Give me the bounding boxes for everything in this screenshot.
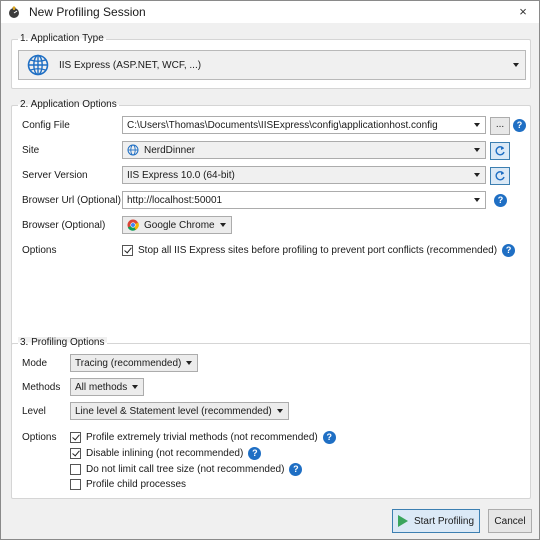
site-value: NerdDinner <box>144 144 196 156</box>
child-processes-label: Profile child processes <box>86 479 187 490</box>
methods-value: All methods <box>75 381 128 393</box>
dialog-content: 1. Application Type IIS Express (ASP.NET… <box>1 23 539 539</box>
window-title: New Profiling Session <box>29 5 146 19</box>
globe-icon <box>127 144 139 156</box>
app-options-row: Options Stop all IIS Express sites befor… <box>12 241 530 261</box>
level-label: Level <box>22 406 46 417</box>
call-tree-size-label: Do not limit call tree size (not recomme… <box>86 464 285 475</box>
profiling-options-legend: 3. Profiling Options <box>18 337 107 348</box>
chevron-down-icon <box>186 361 193 365</box>
level-value: Line level & Statement level (recommende… <box>75 405 272 417</box>
browse-config-button[interactable]: ... <box>490 117 510 135</box>
browser-url-row: Browser Url (Optional) http://localhost:… <box>12 191 530 211</box>
methods-dropdown[interactable]: All methods <box>70 378 145 396</box>
title-bar: New Profiling Session × <box>1 1 539 23</box>
help-icon[interactable]: ? <box>513 119 526 132</box>
trivial-methods-label: Profile extremely trivial methods (not r… <box>86 432 318 443</box>
site-row: Site NerdDinner <box>12 141 530 161</box>
application-type-group: 1. Application Type IIS Express (ASP.NET… <box>11 33 531 89</box>
chevron-down-icon <box>132 385 139 389</box>
refresh-versions-button[interactable] <box>490 167 510 185</box>
level-dropdown[interactable]: Line level & Statement level (recommende… <box>70 402 289 420</box>
disable-inlining-label: Disable inlining (not recommended) <box>86 448 244 459</box>
option-disable-inlining[interactable]: Disable inlining (not recommended) ? <box>70 447 262 460</box>
stop-sites-option[interactable]: Stop all IIS Express sites before profil… <box>122 244 516 257</box>
start-profiling-button[interactable]: Start Profiling <box>392 509 480 533</box>
globe-icon <box>27 54 49 76</box>
chevron-down-icon <box>474 173 480 177</box>
profiler-app-icon <box>9 6 19 18</box>
stop-sites-label: Stop all IIS Express sites before profil… <box>138 245 498 256</box>
application-type-select[interactable]: IIS Express (ASP.NET, WCF, ...) <box>18 50 526 80</box>
methods-row: Methods All methods <box>12 378 530 398</box>
refresh-icon <box>495 171 505 181</box>
mode-dropdown[interactable]: Tracing (recommended) <box>70 354 199 372</box>
server-version-combo[interactable]: IIS Express 10.0 (64-bit) <box>122 166 486 184</box>
methods-label: Methods <box>22 382 61 393</box>
cancel-button[interactable]: Cancel <box>488 509 532 533</box>
browser-dropdown[interactable]: Google Chrome <box>122 216 232 234</box>
site-label: Site <box>22 145 40 156</box>
call-tree-size-checkbox[interactable] <box>70 464 81 475</box>
application-type-value: IIS Express (ASP.NET, WCF, ...) <box>59 59 202 71</box>
option-trivial-methods[interactable]: Profile extremely trivial methods (not r… <box>70 431 336 444</box>
disable-inlining-checkbox[interactable] <box>70 448 81 459</box>
browser-value: Google Chrome <box>144 219 215 231</box>
profiling-options-label: Options <box>22 432 57 443</box>
browser-label: Browser (Optional) <box>22 220 106 231</box>
mode-row: Mode Tracing (recommended) <box>12 354 530 374</box>
trivial-methods-checkbox[interactable] <box>70 432 81 443</box>
chevron-down-icon <box>474 123 480 127</box>
browser-url-combo[interactable]: http://localhost:50001 <box>122 191 486 209</box>
help-icon[interactable]: ? <box>502 244 516 257</box>
help-icon[interactable]: ? <box>248 447 262 460</box>
browser-url-value: http://localhost:50001 <box>127 194 223 206</box>
chrome-icon <box>127 219 139 231</box>
browser-row: Browser (Optional) Google Chrome <box>12 216 530 236</box>
mode-label: Mode <box>22 358 48 369</box>
start-profiling-label: Start Profiling <box>413 515 475 527</box>
profiling-options-group: 3. Profiling Options Mode Tracing (recom… <box>11 337 531 499</box>
application-type-legend: 1. Application Type <box>18 33 106 44</box>
app-options-label: Options <box>22 245 57 256</box>
chevron-down-icon <box>474 148 480 152</box>
close-button[interactable]: × <box>515 4 531 20</box>
stop-sites-checkbox[interactable] <box>122 245 133 256</box>
help-icon[interactable]: ? <box>289 463 303 476</box>
server-version-row: Server Version IIS Express 10.0 (64-bit) <box>12 166 530 186</box>
profiling-options-row: Options Profile extremely trivial method… <box>12 428 530 490</box>
server-version-value: IIS Express 10.0 (64-bit) <box>127 169 235 181</box>
chevron-down-icon <box>513 63 519 67</box>
child-processes-checkbox[interactable] <box>70 479 81 490</box>
application-options-group: 2. Application Options Config File C:\Us… <box>11 99 531 347</box>
config-file-value: C:\Users\Thomas\Documents\IISExpress\con… <box>127 119 438 131</box>
chevron-down-icon <box>474 198 480 202</box>
new-profiling-session-dialog: New Profiling Session × 1. Application T… <box>0 0 540 540</box>
chevron-down-icon <box>276 409 283 413</box>
application-options-legend: 2. Application Options <box>18 99 119 110</box>
level-row: Level Line level & Statement level (reco… <box>12 402 530 422</box>
refresh-sites-button[interactable] <box>490 142 510 160</box>
browser-url-label: Browser Url (Optional) <box>22 195 121 206</box>
help-icon[interactable]: ? <box>494 194 507 207</box>
config-file-combo[interactable]: C:\Users\Thomas\Documents\IISExpress\con… <box>122 116 486 134</box>
site-combo[interactable]: NerdDinner <box>122 141 486 159</box>
refresh-icon <box>495 146 505 156</box>
chevron-down-icon <box>219 223 226 227</box>
mode-value: Tracing (recommended) <box>75 357 182 369</box>
option-call-tree-size[interactable]: Do not limit call tree size (not recomme… <box>70 463 303 476</box>
config-file-label: Config File <box>22 120 70 131</box>
help-icon[interactable]: ? <box>322 431 336 444</box>
config-file-row: Config File C:\Users\Thomas\Documents\II… <box>12 116 530 136</box>
play-icon <box>397 515 408 527</box>
option-child-processes[interactable]: Profile child processes <box>70 479 186 490</box>
server-version-label: Server Version <box>22 170 88 181</box>
